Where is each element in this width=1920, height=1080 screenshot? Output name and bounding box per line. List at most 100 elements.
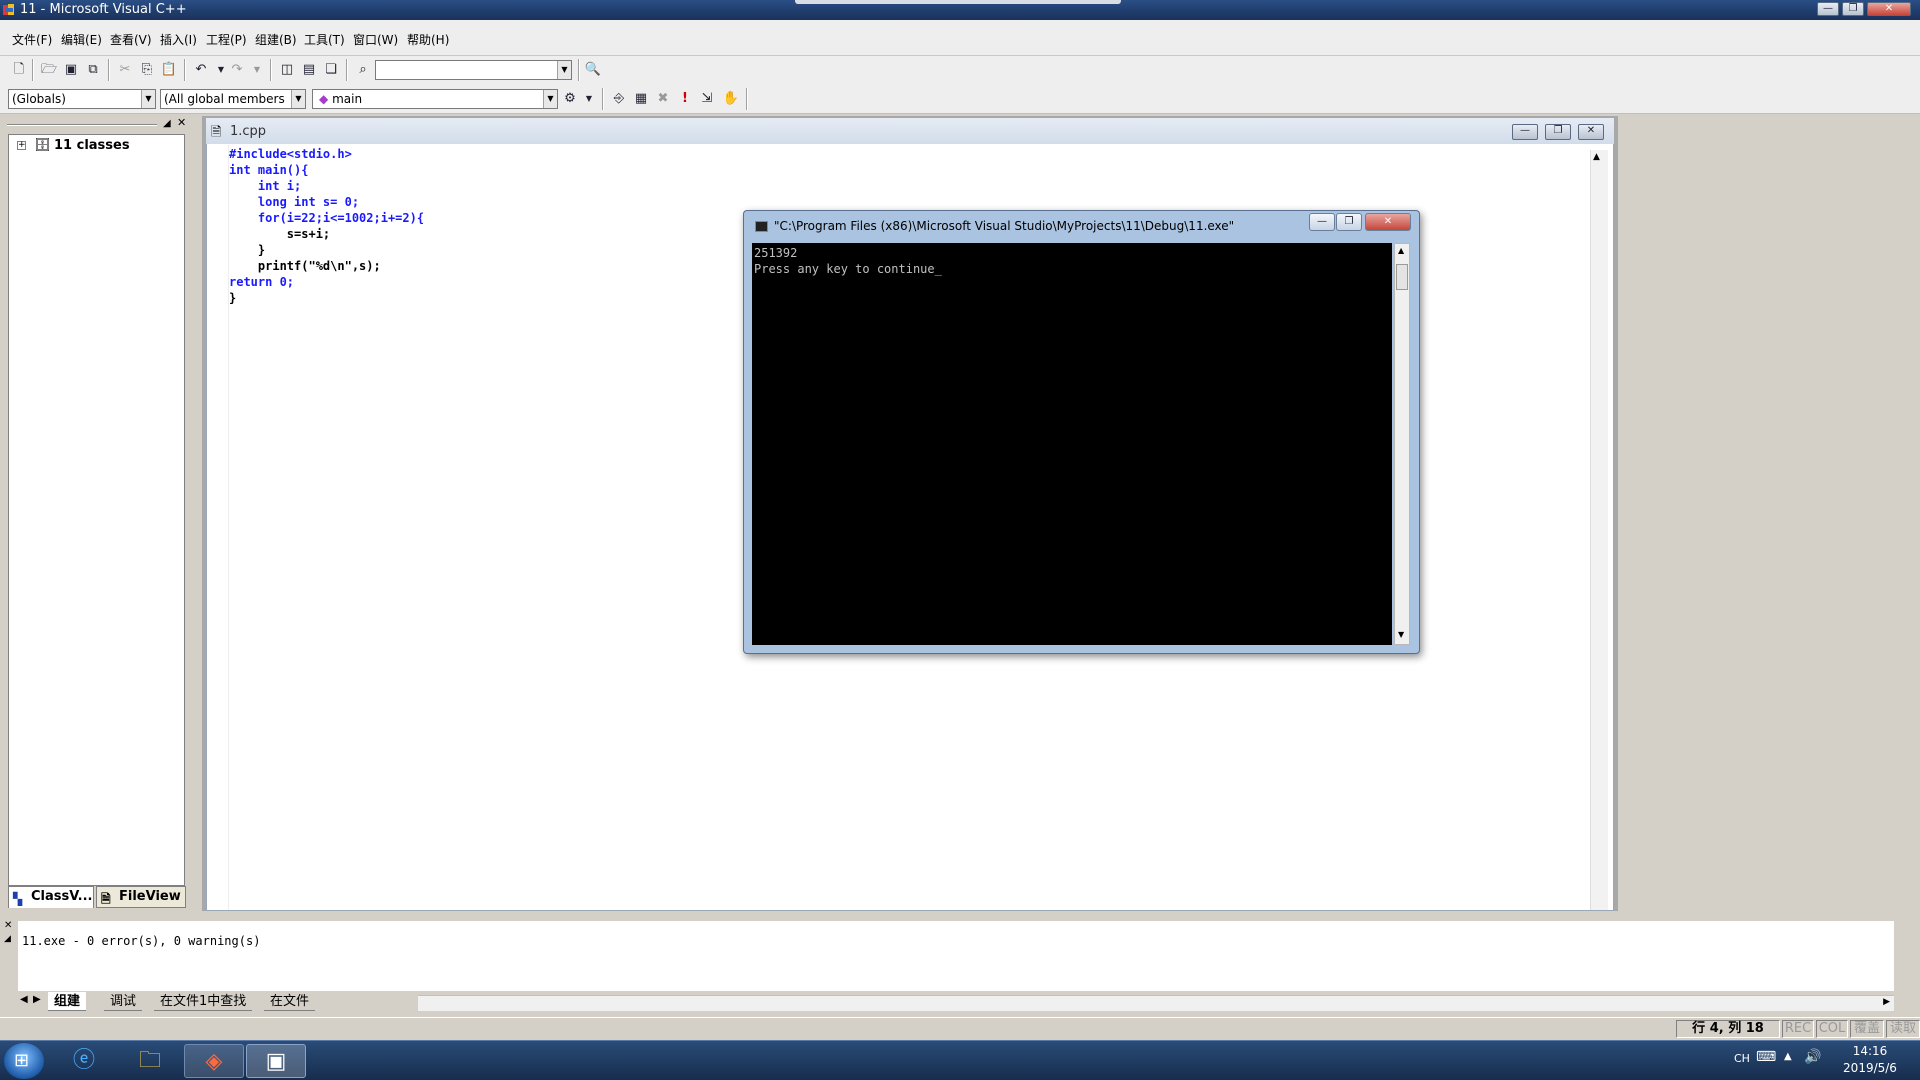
- editor-restore-button[interactable]: ❐: [1545, 124, 1571, 140]
- console-maximize-button[interactable]: ❐: [1336, 213, 1362, 231]
- scroll-thumb[interactable]: [1396, 264, 1408, 290]
- open-folder-icon[interactable]: 🗁: [40, 61, 58, 79]
- undo-icon[interactable]: ↶: [192, 61, 210, 79]
- editor-close-button[interactable]: ✕: [1578, 124, 1604, 140]
- pin-icon[interactable]: ◢: [4, 934, 11, 944]
- breakpoint-icon[interactable]: ✋: [722, 90, 740, 108]
- find-icon[interactable]: 🔍: [584, 61, 602, 79]
- output-icon[interactable]: ▤: [300, 61, 318, 79]
- workspace-icon[interactable]: ◫: [278, 61, 296, 79]
- volume-icon[interactable]: 🔊: [1804, 1049, 1821, 1065]
- close-icon[interactable]: ✕: [177, 116, 186, 129]
- menu-help[interactable]: 帮助(H): [407, 31, 449, 48]
- tree-root-label[interactable]: 11 classes: [54, 138, 130, 153]
- menu-view[interactable]: 查看(V): [110, 31, 152, 48]
- separator: [346, 59, 348, 81]
- tab-classview[interactable]: ▚ ClassV...: [8, 886, 94, 908]
- tab-find-in-files-1[interactable]: 在文件1中查找: [154, 992, 253, 1011]
- scroll-down-icon[interactable]: ▼: [1398, 630, 1404, 639]
- menu-build[interactable]: 组建(B): [255, 31, 297, 48]
- execute-icon[interactable]: !: [676, 90, 694, 108]
- console-window[interactable]: "C:\Program Files (x86)\Microsoft Visual…: [743, 210, 1420, 654]
- tab-fileview-label: FileView: [119, 889, 181, 904]
- start-button[interactable]: ⊞: [4, 1043, 44, 1079]
- tray-expand-icon[interactable]: ▲: [1784, 1051, 1792, 1062]
- console-taskbar-icon[interactable]: ▣: [246, 1044, 306, 1078]
- chevron-down-icon[interactable]: ▼: [141, 90, 155, 108]
- menu-insert[interactable]: 插入(I): [160, 31, 197, 48]
- windows-logo-icon: ⊞: [14, 1050, 30, 1071]
- console-scrollbar[interactable]: ▲ ▼: [1394, 243, 1410, 645]
- tab-build[interactable]: 组建: [48, 992, 87, 1011]
- save-all-icon[interactable]: ⧉: [84, 61, 102, 79]
- tab-fileview[interactable]: 🗎 FileView: [96, 886, 186, 908]
- minimize-button[interactable]: —: [1817, 2, 1839, 16]
- scroll-up-icon[interactable]: ▲: [1398, 246, 1404, 255]
- console-minimize-button[interactable]: —: [1309, 213, 1335, 231]
- members-combo[interactable]: (All global members ▼: [160, 89, 306, 109]
- status-rec: REC: [1782, 1020, 1814, 1038]
- expand-icon[interactable]: +: [17, 141, 26, 150]
- menu-edit[interactable]: 编辑(E): [61, 31, 102, 48]
- classes-folder-icon: 🗄: [34, 138, 51, 153]
- output-horizontal-scrollbar[interactable]: ▶: [418, 995, 1894, 1011]
- output-text[interactable]: 11.exe - 0 error(s), 0 warning(s): [18, 921, 1894, 991]
- code-line-text: long int s= 0;: [229, 195, 360, 209]
- separator: [746, 88, 748, 110]
- tab-find-in-files-2[interactable]: 在文件: [264, 992, 316, 1011]
- build-icon[interactable]: ▦: [632, 90, 650, 108]
- clock[interactable]: 14:16 2019/5/6: [1830, 1043, 1910, 1077]
- editor-minimize-button[interactable]: —: [1512, 124, 1538, 140]
- wizard-action-icon[interactable]: ⚙: [561, 90, 579, 108]
- vc-taskbar-icon[interactable]: ◈: [184, 1044, 244, 1078]
- console-output[interactable]: 251392 Press any key to continue_: [752, 243, 1392, 645]
- tab-scroll-right-icon[interactable]: ▶: [33, 994, 41, 1005]
- separator: [184, 59, 186, 81]
- chevron-down-icon[interactable]: ▼: [557, 61, 571, 79]
- find-combo[interactable]: ▼: [375, 60, 572, 80]
- tab-debug[interactable]: 调试: [104, 992, 143, 1011]
- window-list-icon[interactable]: ❏: [322, 61, 340, 79]
- scope-value: (Globals): [12, 92, 66, 106]
- save-icon[interactable]: ▣: [62, 61, 80, 79]
- menu-file[interactable]: 文件(F): [12, 31, 52, 48]
- redo-icon[interactable]: ↷: [228, 61, 246, 79]
- restore-button[interactable]: ❐: [1842, 2, 1864, 16]
- new-file-icon[interactable]: 🗋: [10, 61, 28, 79]
- chevron-down-icon[interactable]: ▼: [248, 61, 266, 79]
- status-overwrite: 覆盖: [1850, 1020, 1884, 1038]
- compile-icon[interactable]: ⎆: [610, 90, 628, 108]
- pin-icon[interactable]: ◢: [163, 118, 171, 129]
- chevron-down-icon[interactable]: ▼: [291, 90, 305, 108]
- menu-tools[interactable]: 工具(T): [304, 31, 345, 48]
- cut-icon[interactable]: ✂: [116, 61, 134, 79]
- wizard-toolbar: (Globals) ▼ (All global members ▼ ◆ main ▼ …: [0, 84, 1920, 114]
- console-close-button[interactable]: ✕: [1365, 213, 1411, 231]
- find-in-files-icon[interactable]: ⌕: [354, 61, 372, 79]
- separator: [578, 59, 580, 81]
- copy-icon[interactable]: ⎘: [138, 61, 156, 79]
- ie-taskbar-icon[interactable]: ⓔ: [54, 1044, 114, 1078]
- chevron-down-icon[interactable]: ▼: [580, 90, 598, 108]
- console-icon: [755, 221, 768, 232]
- keyboard-icon[interactable]: ⌨: [1756, 1049, 1776, 1065]
- editor-vertical-scrollbar[interactable]: ▲: [1590, 150, 1608, 910]
- close-button[interactable]: ✕: [1867, 2, 1911, 16]
- go-icon[interactable]: ⇲: [698, 90, 716, 108]
- class-tree[interactable]: + 🗄 11 classes: [8, 134, 185, 886]
- input-language[interactable]: CH: [1734, 1052, 1750, 1065]
- scroll-up-icon[interactable]: ▲: [1593, 152, 1600, 162]
- stop-build-icon[interactable]: ✖: [654, 90, 672, 108]
- paste-icon[interactable]: 📋: [160, 61, 178, 79]
- scroll-right-icon[interactable]: ▶: [1883, 997, 1890, 1007]
- menu-project[interactable]: 工程(P): [206, 31, 247, 48]
- scope-combo[interactable]: (Globals) ▼: [8, 89, 156, 109]
- standard-toolbar: 🗋 🗁 ▣ ⧉ ✂ ⎘ 📋 ↶ ▼ ↷ ▼ ◫ ▤ ❏ ⌕ ▼ 🔍: [0, 56, 1920, 84]
- chevron-down-icon[interactable]: ▼: [543, 90, 557, 108]
- close-icon[interactable]: ✕: [4, 920, 12, 931]
- function-combo[interactable]: ◆ main ▼: [312, 89, 558, 109]
- code-line-text: int i;: [229, 179, 302, 193]
- menu-window[interactable]: 窗口(W): [353, 31, 398, 48]
- explorer-taskbar-icon[interactable]: 🗀: [120, 1044, 180, 1078]
- tab-scroll-left-icon[interactable]: ◀: [20, 994, 28, 1005]
